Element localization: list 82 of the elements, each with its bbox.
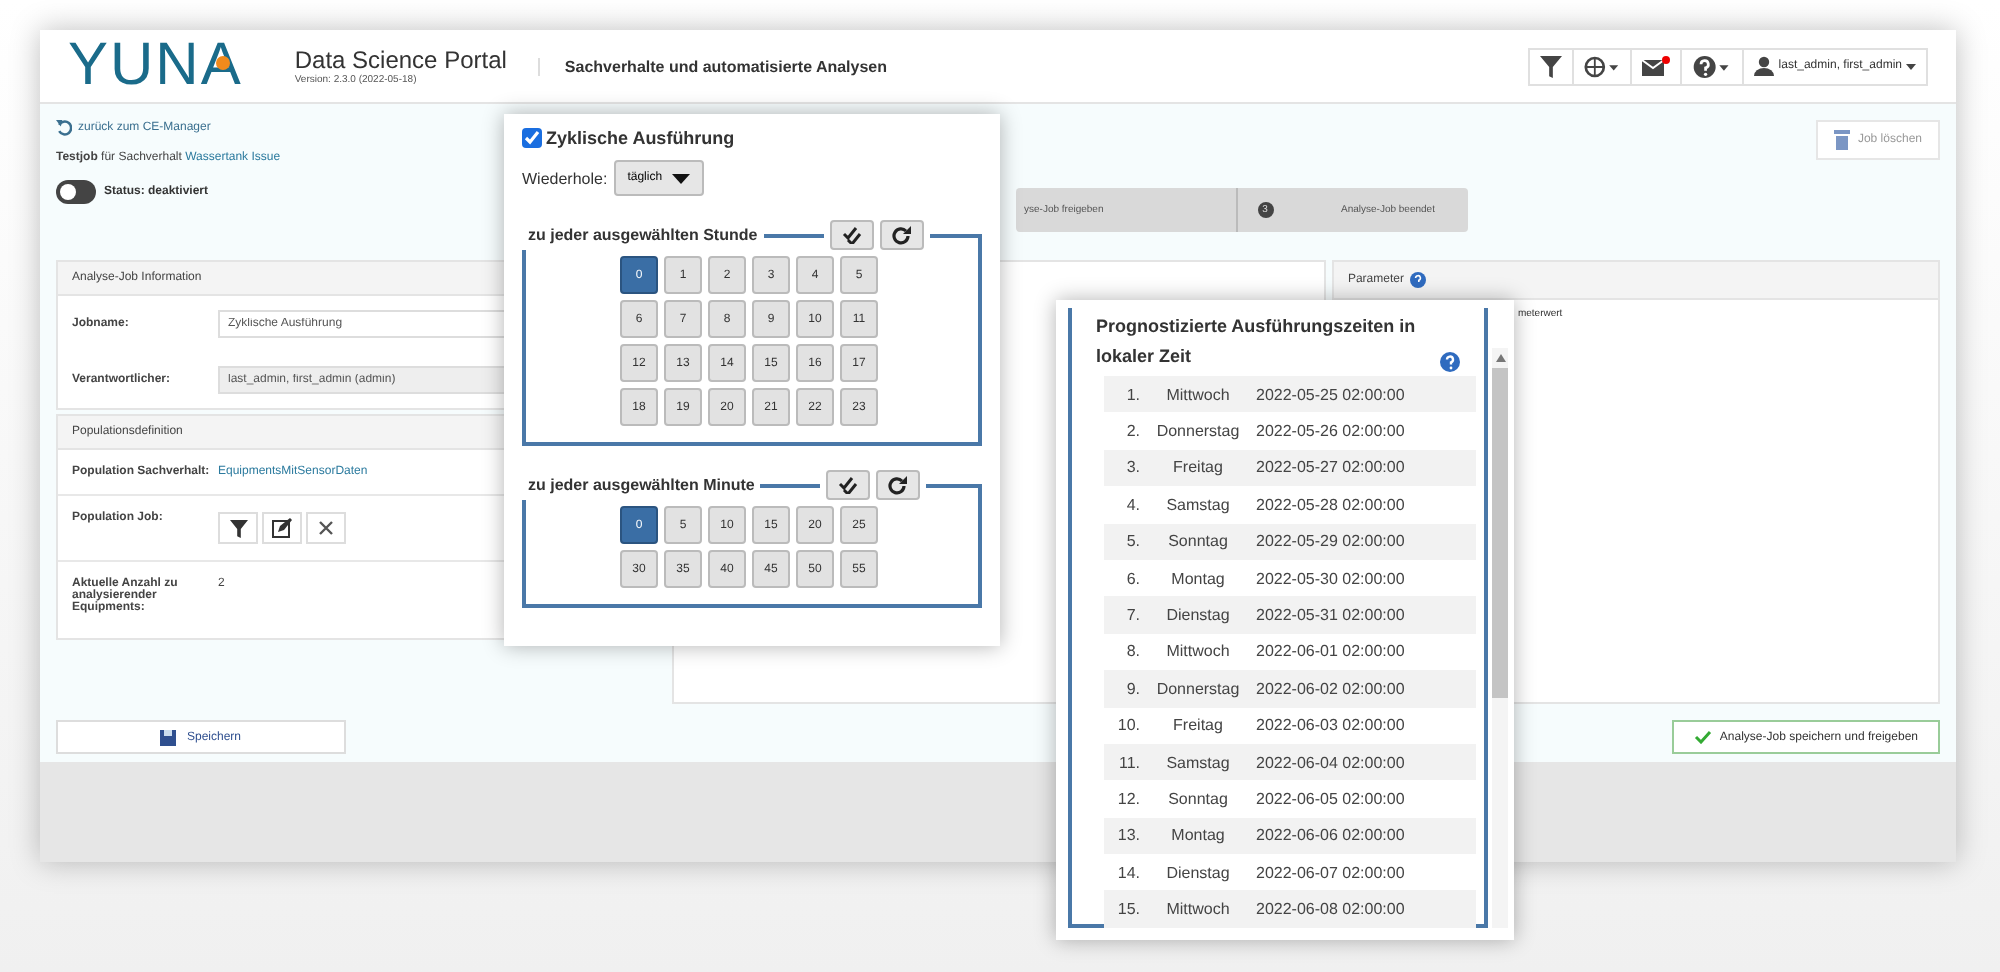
refresh-icon	[888, 475, 909, 495]
row-number: 15.	[1115, 900, 1140, 919]
help-icon	[1409, 272, 1426, 288]
datetime-cell: 2022-06-01 02:00:00	[1256, 642, 1405, 661]
weekday-cell-text: Freitag	[1171, 716, 1225, 735]
datetime-cell: 2022-06-02 02:00:00	[1256, 679, 1405, 698]
globe-icon	[1584, 55, 1621, 77]
checkbox-label: Zyklische Ausführung	[546, 128, 735, 148]
datetime-cell: 2022-05-25 02:00:00	[1256, 385, 1405, 404]
datetime-cell: 2022-05-27 02:00:00	[1256, 458, 1405, 477]
weekday-cell-text: Samstag	[1164, 495, 1232, 514]
caret-icon	[672, 173, 691, 183]
cyclic-checkbox[interactable]	[522, 128, 542, 148]
row-number: 5.	[1124, 532, 1140, 551]
weekday-cell-text: Freitag	[1171, 458, 1225, 477]
weekday-cell-text: Mittwoch	[1164, 642, 1232, 661]
undo-icon	[56, 120, 72, 136]
group-legend: zu jeder ausgewählten Minute	[528, 476, 755, 494]
datetime-cell: 2022-06-07 02:00:00	[1256, 863, 1405, 882]
group-legend: zu jeder ausgewählten Stunde	[528, 226, 758, 244]
datetime-cell: 2022-06-08 02:00:00	[1256, 900, 1405, 919]
clear-button[interactable]	[306, 512, 346, 544]
weekday-cell-text: Samstag	[1164, 753, 1232, 772]
row-number: 2.	[1124, 422, 1140, 441]
datetime-cell: 2022-06-04 02:00:00	[1256, 753, 1405, 772]
row-number: 4.	[1124, 495, 1140, 514]
weekday-cell-text: Mittwoch	[1164, 385, 1232, 404]
row-number: 12.	[1115, 789, 1140, 808]
datetime-cell: 2022-06-06 02:00:00	[1256, 826, 1405, 845]
refresh-icon	[891, 225, 912, 245]
row-number: 14.	[1115, 863, 1140, 882]
check-all-icon	[841, 226, 862, 244]
datetime-cell: 2022-05-26 02:00:00	[1256, 422, 1405, 441]
help-icon	[1440, 352, 1460, 372]
status-toggle[interactable]	[56, 180, 96, 204]
trash-icon	[1833, 130, 1850, 150]
datetime-cell: 2022-05-29 02:00:00	[1256, 532, 1405, 551]
select-all-button[interactable]	[826, 470, 871, 500]
weekday-cell-text: Montag	[1169, 569, 1227, 588]
page-title: Sachverhalte und automatisierte Analysen	[538, 57, 888, 75]
caret-icon	[1906, 63, 1916, 69]
weekday-cell-text: Sonntag	[1166, 789, 1230, 808]
datetime-cell: 2022-05-31 02:00:00	[1256, 606, 1405, 625]
close-icon	[318, 520, 334, 536]
reset-button[interactable]	[879, 220, 924, 250]
row-number: 11.	[1116, 753, 1140, 772]
forecast-title: Prognostizierte Ausführungszeiten in lokaler Zeit	[1096, 314, 1418, 370]
app-name: Data Science Portal	[294, 46, 507, 74]
weekday-cell-text: Mittwoch	[1164, 900, 1232, 919]
row-number: 3.	[1124, 458, 1140, 477]
filter-icon	[1540, 55, 1563, 77]
weekday-cell-text: Montag	[1169, 826, 1227, 845]
weekday-cell-text: Sonntag	[1166, 532, 1230, 551]
check-all-icon	[838, 476, 859, 494]
datetime-cell: 2022-06-05 02:00:00	[1256, 789, 1405, 808]
reset-button[interactable]	[876, 470, 921, 500]
repeat-label: Wiederhole:	[522, 169, 608, 187]
edit-icon	[272, 518, 292, 538]
scroll-up-icon[interactable]	[1495, 354, 1505, 362]
row-number: 1.	[1124, 385, 1140, 404]
row-number: 9.	[1124, 679, 1140, 698]
row-number: 13.	[1115, 826, 1140, 845]
row-number: 6.	[1124, 569, 1140, 588]
user-icon	[1754, 56, 1775, 76]
datetime-cell: 2022-05-28 02:00:00	[1256, 495, 1405, 514]
weekday-cell-text: Dienstag	[1164, 606, 1232, 625]
select-all-button[interactable]	[829, 220, 874, 250]
filter-button[interactable]	[218, 512, 258, 544]
scrollbar[interactable]	[1492, 348, 1508, 928]
weekday-cell-text: Donnerstag	[1154, 679, 1242, 698]
datetime-cell: 2022-06-03 02:00:00	[1256, 716, 1405, 735]
help-icon	[1692, 55, 1733, 77]
yuna-logo: YUNA	[68, 36, 243, 96]
datetime-cell: 2022-05-30 02:00:00	[1256, 569, 1405, 588]
row-number: 7.	[1124, 606, 1140, 625]
row-number: 10.	[1115, 716, 1140, 735]
row-number: 8.	[1124, 642, 1140, 661]
checkmark-icon	[1693, 730, 1712, 744]
weekday-cell-text: Donnerstag	[1154, 422, 1242, 441]
edit-button[interactable]	[262, 512, 302, 544]
filter-icon	[229, 519, 247, 537]
weekday-cell-text: Dienstag	[1164, 863, 1232, 882]
